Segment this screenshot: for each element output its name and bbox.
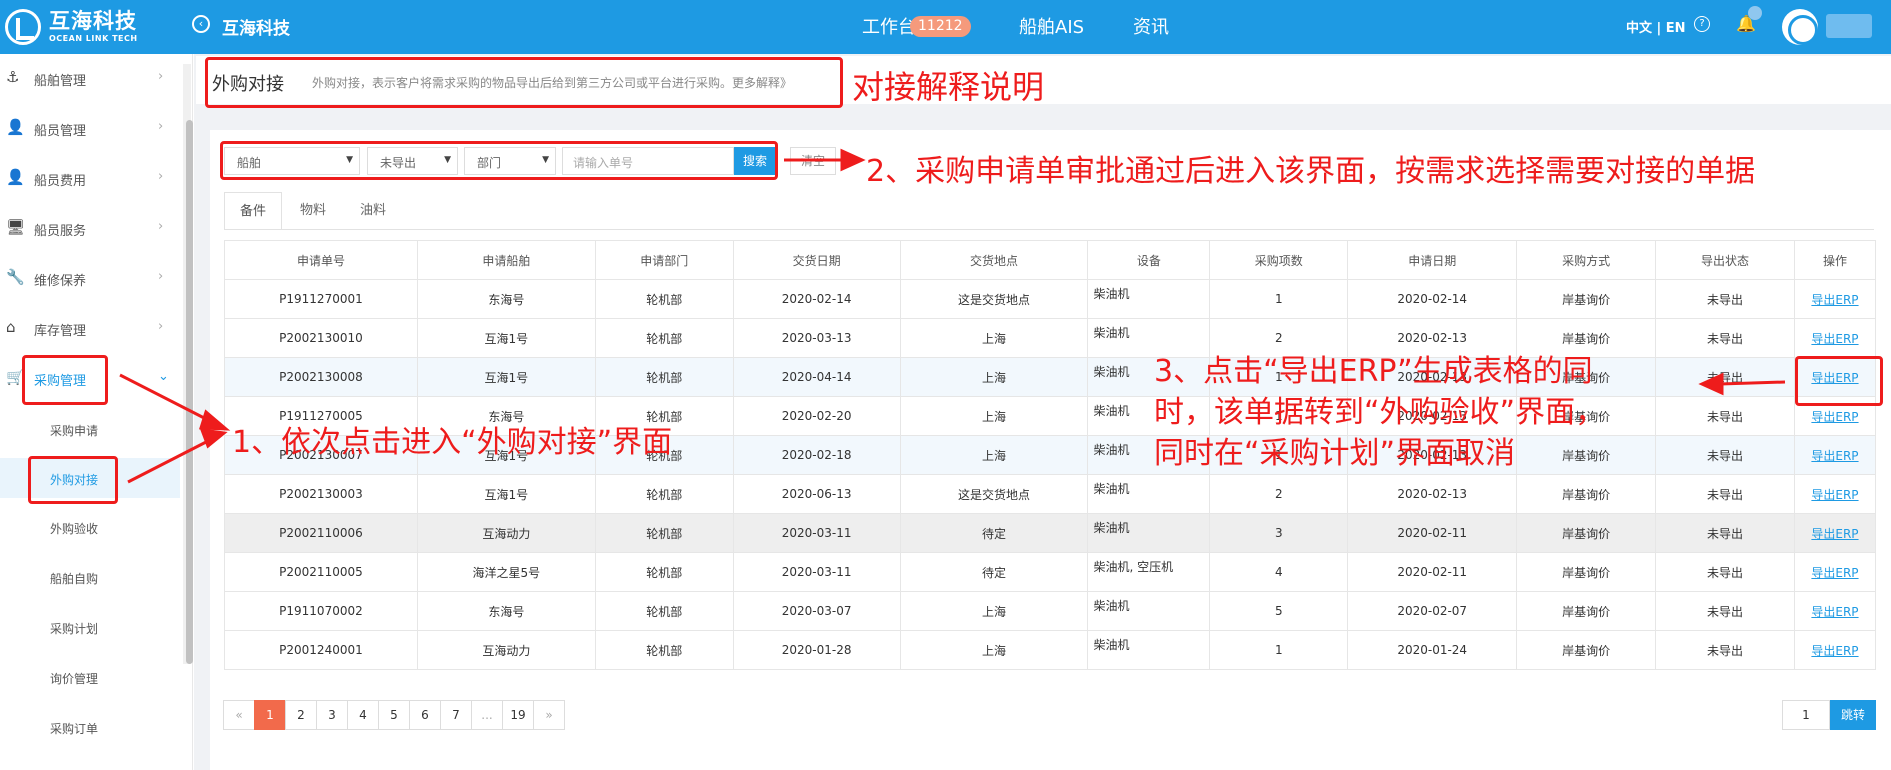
annotation-arrows <box>119 148 1786 484</box>
arrow-head-step-1-upper <box>198 409 231 431</box>
arrow-head-step-3 <box>1698 372 1724 396</box>
arrow-step-1-lower <box>127 438 211 484</box>
arrow-step-1-upper <box>119 373 213 424</box>
arrow-head-step-2 <box>840 148 866 172</box>
arrow-step-3 <box>1719 380 1786 386</box>
